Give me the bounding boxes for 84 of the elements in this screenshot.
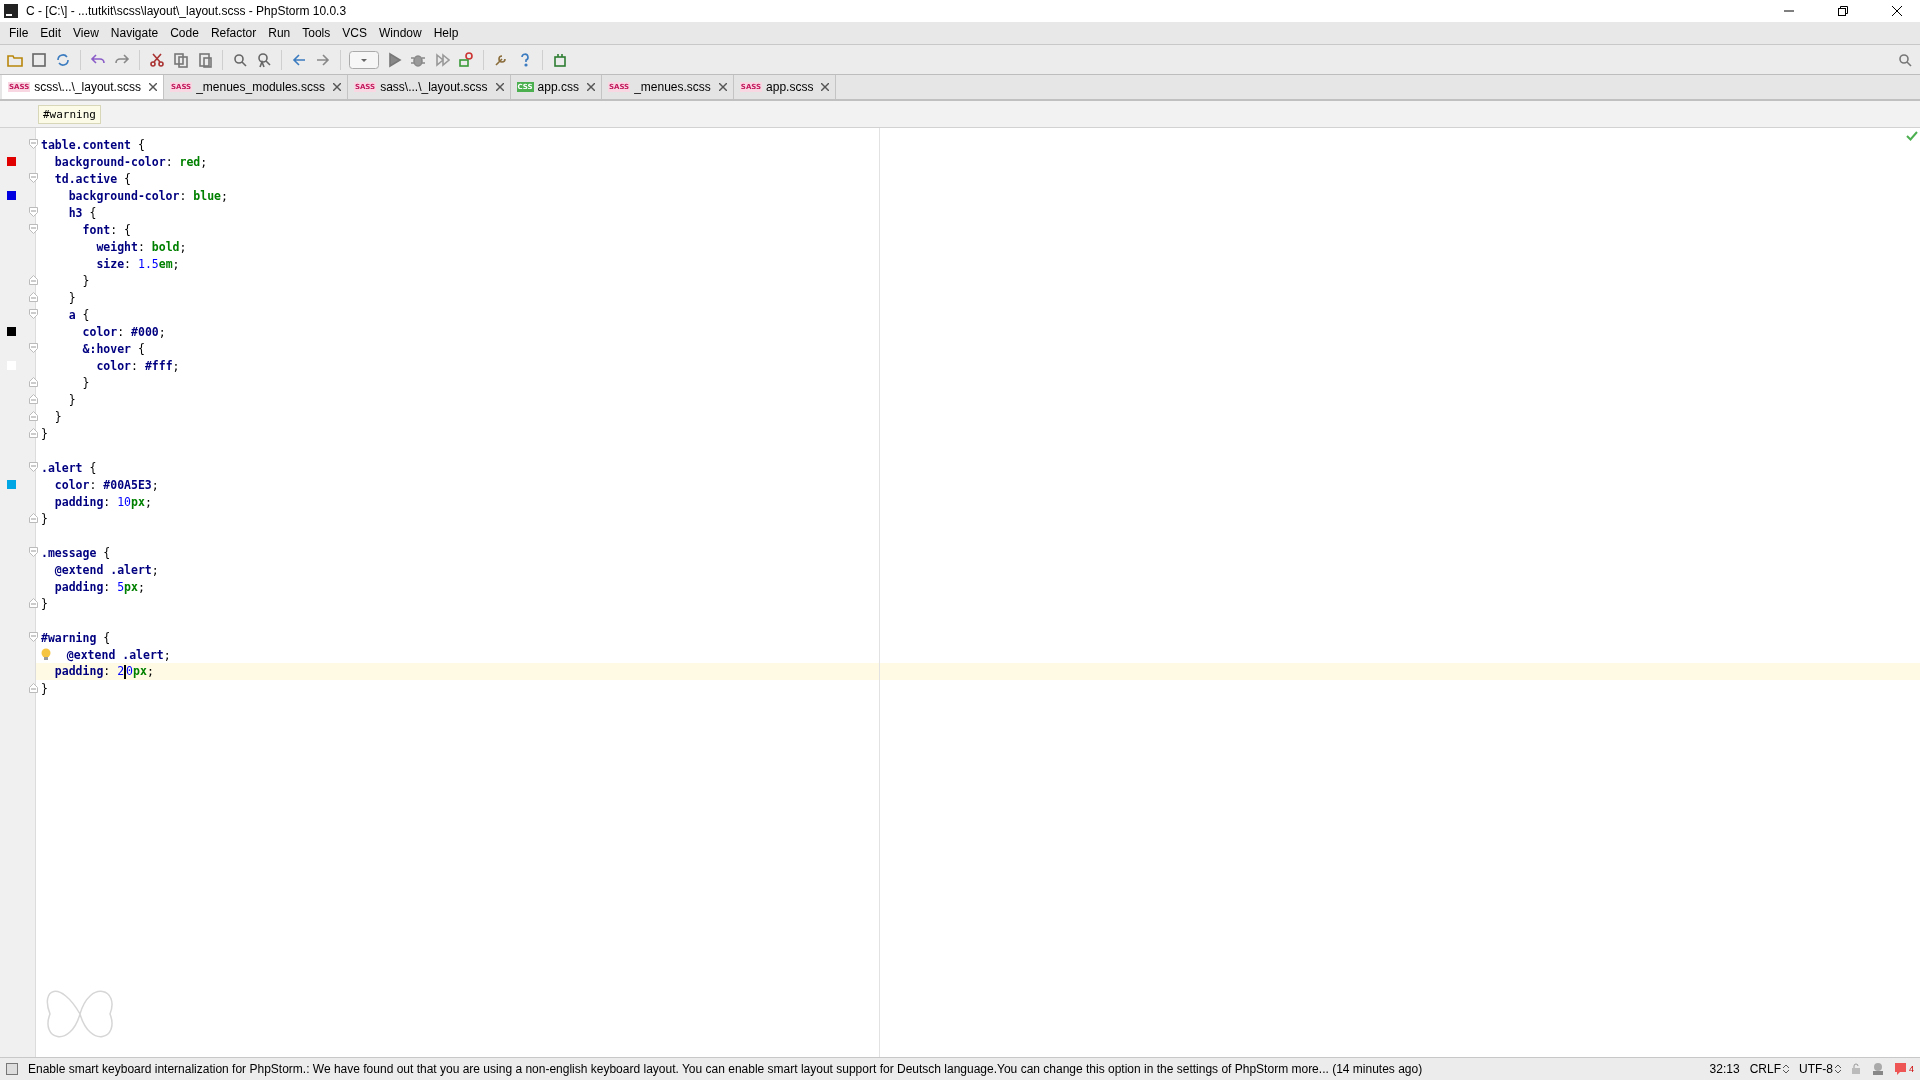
menu-item[interactable]: Refactor bbox=[205, 24, 262, 42]
close-icon[interactable] bbox=[1892, 6, 1902, 16]
fold-marker-icon[interactable] bbox=[29, 377, 38, 387]
tab-label: _menues.scss bbox=[634, 80, 711, 94]
window-title: C - [C:\] - ...tutkit\scss\layout\_layout.scss - PhpStorm 10.0.3 bbox=[26, 4, 348, 18]
code-line: table.content { bbox=[41, 137, 145, 152]
menu-item[interactable]: VCS bbox=[337, 24, 372, 42]
fold-marker-icon[interactable] bbox=[29, 173, 38, 183]
code-line: padding: 5px; bbox=[53, 579, 145, 594]
menu-item[interactable]: File bbox=[4, 24, 34, 42]
speech-bubble-icon bbox=[1895, 1063, 1907, 1075]
up-down-arrows-icon bbox=[1835, 1064, 1841, 1074]
code-line: } bbox=[41, 426, 48, 441]
fold-marker-icon[interactable] bbox=[29, 275, 38, 285]
code-line: font: { bbox=[81, 222, 132, 237]
tab-label: scss\...\_layout.scss bbox=[34, 80, 141, 94]
fold-marker-icon[interactable] bbox=[29, 683, 38, 693]
fold-marker-icon[interactable] bbox=[29, 513, 38, 523]
up-down-arrows-icon bbox=[1783, 1064, 1789, 1074]
code-line: weight: bold; bbox=[95, 239, 187, 254]
code-line: color: #00A5E3; bbox=[53, 477, 159, 492]
lock-icon[interactable] bbox=[1851, 1063, 1861, 1075]
code-line: #warning { bbox=[41, 630, 111, 645]
code-line: &:hover { bbox=[81, 341, 145, 356]
code-line: padding: 2 0px; bbox=[53, 664, 154, 679]
caret-position[interactable]: 32:13 bbox=[1709, 1062, 1740, 1076]
fold-marker-icon[interactable] bbox=[29, 547, 38, 557]
code-line: .alert { bbox=[41, 460, 97, 475]
code-line: padding: 10px; bbox=[53, 494, 152, 509]
fold-marker-icon[interactable] bbox=[29, 598, 38, 608]
menu-item[interactable]: Help bbox=[428, 24, 464, 42]
inspector-icon[interactable] bbox=[1871, 1062, 1885, 1076]
fold-marker-icon[interactable] bbox=[29, 343, 38, 353]
run-config-dropdown[interactable] bbox=[347, 48, 381, 71]
menu-item[interactable]: Run bbox=[263, 24, 296, 42]
fold-marker-icon[interactable] bbox=[29, 394, 38, 404]
code-line: td.active { bbox=[53, 171, 132, 186]
tab-label: app.scss bbox=[766, 80, 814, 94]
encoding-selector[interactable]: UTF-8 bbox=[1799, 1062, 1841, 1076]
event-log-button[interactable]: 4 bbox=[1895, 1063, 1914, 1075]
fold-marker-icon[interactable] bbox=[29, 309, 38, 319]
check-icon bbox=[1906, 131, 1918, 141]
fold-marker-icon[interactable] bbox=[29, 292, 38, 302]
fold-marker-icon[interactable] bbox=[29, 224, 38, 234]
code-line: color: #000; bbox=[81, 324, 166, 339]
code-line: a { bbox=[67, 307, 90, 322]
breadcrumb[interactable]: #warning bbox=[38, 104, 101, 124]
fold-marker-icon[interactable] bbox=[29, 632, 38, 642]
tab-label: sass\...\_layout.scss bbox=[380, 80, 488, 94]
code-line: @extend .alert; bbox=[65, 647, 171, 662]
code-line: color: #fff; bbox=[95, 358, 180, 373]
menu-item[interactable]: Navigate bbox=[105, 24, 164, 42]
panel-toggle-icon[interactable] bbox=[6, 1063, 18, 1075]
menu-item[interactable]: Tools bbox=[297, 24, 336, 42]
code-line: } bbox=[81, 273, 90, 288]
fold-marker-icon[interactable] bbox=[29, 139, 38, 149]
app-logo-icon bbox=[4, 4, 18, 18]
code-line: size: 1.5em; bbox=[95, 256, 180, 271]
menu-item[interactable]: Window bbox=[373, 24, 427, 42]
fold-marker-icon[interactable] bbox=[29, 411, 38, 421]
code-line: background-color: blue; bbox=[67, 188, 228, 203]
menu-item[interactable]: Edit bbox=[35, 24, 67, 42]
status-message: Enable smart keyboard internalization for PhpStorm.: We have found out that you are using a non-english keyboard layout. You can enable smart layout support for Deutsch language.You can change this option in the settings of PhpStorm more... (14 minutes ago) bbox=[28, 1062, 1424, 1076]
code-line: } bbox=[67, 392, 76, 407]
menu-item[interactable]: View bbox=[68, 24, 104, 42]
lightbulb-icon[interactable] bbox=[41, 648, 51, 661]
fold-marker-icon[interactable] bbox=[29, 462, 38, 472]
line-separator-selector[interactable]: CRLF bbox=[1749, 1062, 1789, 1076]
menu-item[interactable]: Code bbox=[165, 24, 204, 42]
tab-label: _menues_modules.scss bbox=[196, 80, 325, 94]
code-line: @extend .alert; bbox=[53, 562, 159, 577]
code-line: h3 { bbox=[67, 205, 97, 220]
code-line: .message { bbox=[41, 545, 111, 560]
tab-label: app.css bbox=[537, 80, 579, 94]
fold-marker-icon[interactable] bbox=[29, 207, 38, 217]
code-line: } bbox=[41, 681, 48, 696]
code-line: } bbox=[67, 290, 76, 305]
fold-marker-icon[interactable] bbox=[29, 428, 38, 438]
code-line: } bbox=[81, 375, 90, 390]
code-line: background-color: red; bbox=[53, 154, 208, 169]
code-line: } bbox=[41, 596, 48, 611]
code-line: } bbox=[53, 409, 62, 424]
code-line: } bbox=[41, 511, 48, 526]
restore-icon[interactable] bbox=[1838, 6, 1848, 16]
